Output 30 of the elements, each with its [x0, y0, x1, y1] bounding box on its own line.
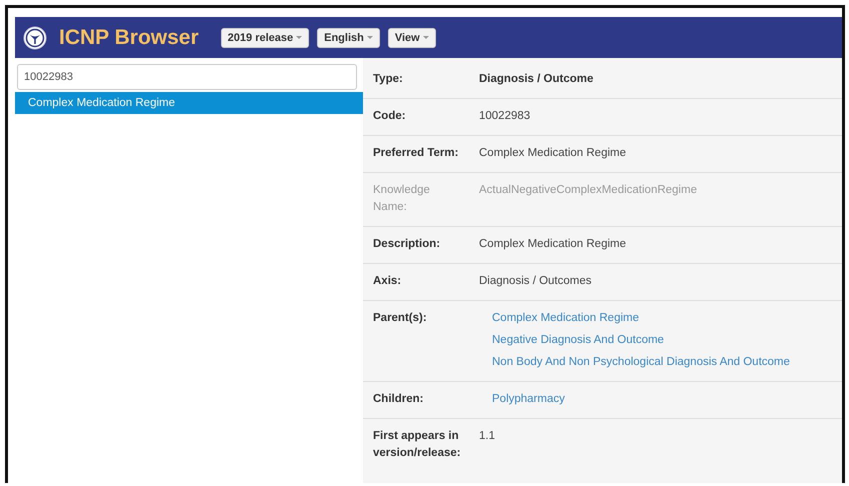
term-link[interactable]: Complex Medication Regime	[492, 310, 790, 327]
field-label: Knowledge Name:	[373, 183, 431, 215]
dropdown-button[interactable]: View	[388, 28, 436, 48]
field-value: Diagnosis / Outcomes	[479, 274, 592, 289]
caret-icon	[422, 36, 429, 39]
field-value: Diagnosis / Outcome	[479, 72, 594, 87]
term-link[interactable]: Polypharmacy	[492, 391, 565, 408]
term-link[interactable]: Non Body And Non Psychological Diagnosis And Outcome	[492, 354, 790, 371]
field-label: Code:	[373, 109, 407, 124]
result-item[interactable]: Complex Medication Regime	[15, 92, 363, 114]
field-label: Description:	[373, 237, 442, 252]
field-value: Complex Medication Regime	[479, 237, 626, 252]
field-value: Complex Medication Regime	[479, 146, 626, 161]
term-link[interactable]: Negative Diagnosis And Outcome	[492, 332, 790, 349]
field-value: ActualNegativeComplexMedicationRegime	[479, 183, 697, 198]
field-label: Preferred Term:	[373, 146, 460, 161]
logo-icon	[23, 26, 47, 50]
search-field[interactable]: 10022983	[17, 64, 357, 90]
field-label: Children:	[373, 392, 424, 407]
app-title: ICNP Browser	[59, 26, 199, 50]
field-value: 1.1	[479, 429, 495, 444]
field-label: Parent(s):	[373, 311, 428, 326]
field-label: First appears in version/release:	[373, 429, 462, 461]
field-label: Type:	[373, 72, 404, 87]
dropdown-button[interactable]: English	[317, 28, 380, 48]
dropdown-button[interactable]: 2019 release	[220, 28, 310, 48]
field-label: Axis:	[373, 274, 402, 289]
caret-icon	[366, 36, 373, 39]
caret-icon	[296, 36, 302, 39]
field-value: 10022983	[479, 109, 530, 124]
